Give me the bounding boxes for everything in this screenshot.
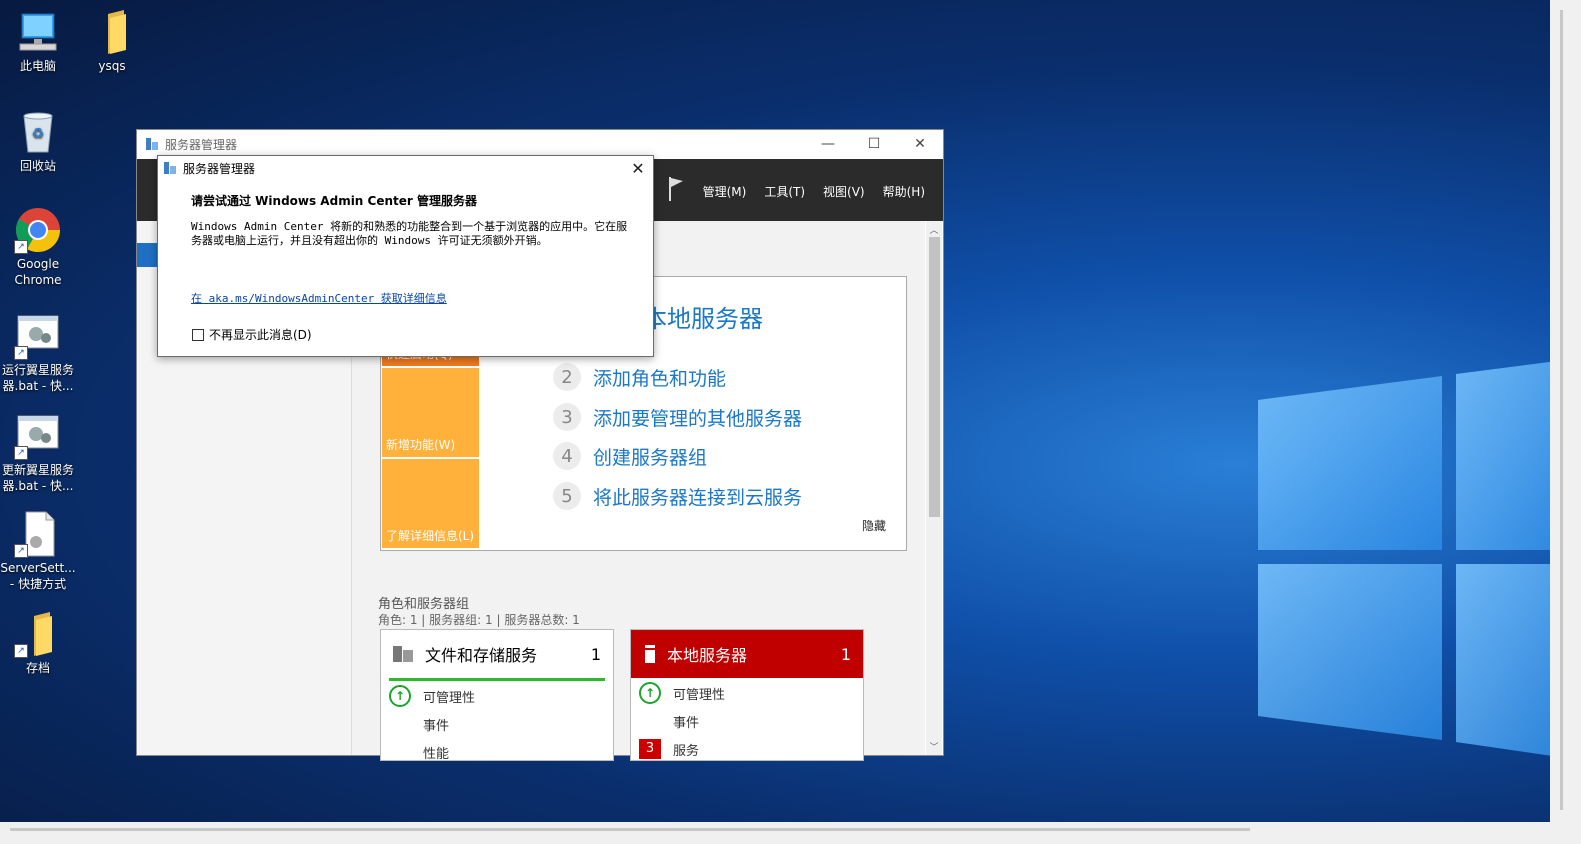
windows-logo: [1258, 358, 1580, 760]
recycle-bin-icon: ♻: [14, 108, 62, 156]
dialog-body-text: Windows Admin Center 将新的和熟悉的功能整合到一个基于浏览器…: [191, 220, 628, 247]
server-manager-icon: [146, 138, 158, 150]
menu-view[interactable]: 视图(V): [823, 183, 865, 200]
role-row-events[interactable]: 事件: [631, 707, 863, 735]
notifications-flag-icon[interactable]: [668, 177, 684, 201]
status-ok-icon: ↑: [639, 682, 661, 704]
computer-icon: [14, 8, 62, 56]
desktop-icon-update-server-bat[interactable]: ↗ 更新翼星服务器.bat - 快...: [0, 412, 76, 494]
menu-manage[interactable]: 管理(M): [703, 183, 747, 200]
desktop-icon-archive[interactable]: ↗ 存档: [0, 610, 76, 676]
scrollbar-thumb[interactable]: [929, 237, 940, 517]
window-title: 服务器管理器: [165, 137, 238, 152]
step-add-servers[interactable]: 3 添加要管理的其他服务器: [553, 403, 802, 431]
scroll-down-icon[interactable]: ﹀: [926, 740, 942, 753]
role-card-local-server[interactable]: 本地服务器 1 ↑ 可管理性 事件 3 服务: [630, 629, 864, 761]
services-alert-badge: 3: [639, 739, 661, 759]
batch-shortcut-icon: ↗: [14, 412, 62, 460]
desktop-icon-chrome[interactable]: ↗ Google Chrome: [0, 206, 76, 288]
tile-whats-new[interactable]: 新增功能(W): [382, 368, 479, 457]
dialog-heading: 请尝试通过 Windows Admin Center 管理服务器: [191, 194, 477, 208]
menu-help[interactable]: 帮助(H): [883, 183, 925, 200]
step-create-group[interactable]: 4 创建服务器组: [553, 442, 707, 470]
step-add-roles[interactable]: 2 添加角色和功能: [553, 363, 726, 391]
menu-bar: 管理(M) 工具(T) 视图(V) 帮助(H): [685, 183, 925, 200]
folder-icon: [88, 8, 136, 56]
desktop-icon-this-pc[interactable]: 此电脑: [0, 8, 76, 74]
window-titlebar[interactable]: 服务器管理器 — ☐ ✕: [137, 130, 943, 158]
desktop-icon-ysqs[interactable]: ysqs: [74, 8, 150, 74]
file-storage-icon: [393, 646, 413, 662]
scroll-up-icon[interactable]: ︿: [926, 223, 942, 236]
roles-summary: 角色: 1 | 服务器组: 1 | 服务器总数: 1: [378, 613, 580, 627]
role-row-events[interactable]: 事件: [381, 710, 613, 738]
checkbox-label: 不再显示此消息(D): [209, 328, 312, 342]
step-connect-cloud[interactable]: 5 将此服务器连接到云服务: [553, 482, 802, 510]
quick-start-heading[interactable]: 本地服务器: [643, 299, 763, 334]
desktop-icon-recycle-bin[interactable]: ♻ 回收站: [0, 108, 76, 174]
role-row-services[interactable]: 3 服务: [631, 735, 863, 763]
svg-text:♻: ♻: [32, 126, 45, 142]
close-button[interactable]: ✕: [897, 130, 943, 158]
dialog-titlebar[interactable]: 服务器管理器 ✕: [158, 156, 653, 180]
status-ok-icon: ↑: [389, 685, 411, 707]
dont-show-again-checkbox[interactable]: 不再显示此消息(D): [192, 326, 312, 343]
role-row-manageability[interactable]: ↑ 可管理性: [381, 682, 613, 710]
server-manager-icon: [164, 162, 176, 174]
tile-learn-more[interactable]: 了解详细信息(L): [382, 459, 479, 548]
wac-info-link[interactable]: 在 aka.ms/WindowsAdminCenter 获取详细信息: [191, 290, 447, 306]
server-icon: [645, 645, 655, 663]
vertical-scrollbar[interactable]: [1550, 0, 1581, 822]
file-shortcut-icon: ↗: [14, 510, 62, 558]
role-row-manageability[interactable]: ↑ 可管理性: [631, 679, 863, 707]
minimize-button[interactable]: —: [805, 130, 851, 158]
wac-promo-dialog: 服务器管理器 ✕ 请尝试通过 Windows Admin Center 管理服务…: [157, 155, 654, 357]
content-scrollbar[interactable]: ︿ ﹀: [926, 221, 942, 755]
hide-link[interactable]: 隐藏: [862, 517, 886, 534]
desktop-icon-run-server-bat[interactable]: ↗ 运行翼星服务器.bat - 快...: [0, 312, 76, 394]
batch-shortcut-icon: ↗: [14, 312, 62, 360]
chrome-icon: ↗: [14, 206, 62, 254]
dialog-title: 服务器管理器: [183, 161, 256, 176]
checkbox-box[interactable]: [192, 328, 204, 341]
dialog-close-button[interactable]: ✕: [623, 159, 653, 178]
menu-tools[interactable]: 工具(T): [764, 183, 805, 200]
maximize-button[interactable]: ☐: [851, 130, 897, 158]
horizontal-scrollbar[interactable]: [0, 822, 1581, 844]
role-card-file-storage[interactable]: 文件和存储服务 1 ↑ 可管理性 事件 性能: [380, 629, 614, 762]
desktop-icon-serversettings[interactable]: ↗ ServerSett... - 快捷方式: [0, 510, 76, 592]
folder-icon: ↗: [14, 610, 62, 658]
role-row-performance[interactable]: 性能: [381, 738, 613, 766]
roles-section-title: 角色和服务器组: [378, 597, 470, 612]
